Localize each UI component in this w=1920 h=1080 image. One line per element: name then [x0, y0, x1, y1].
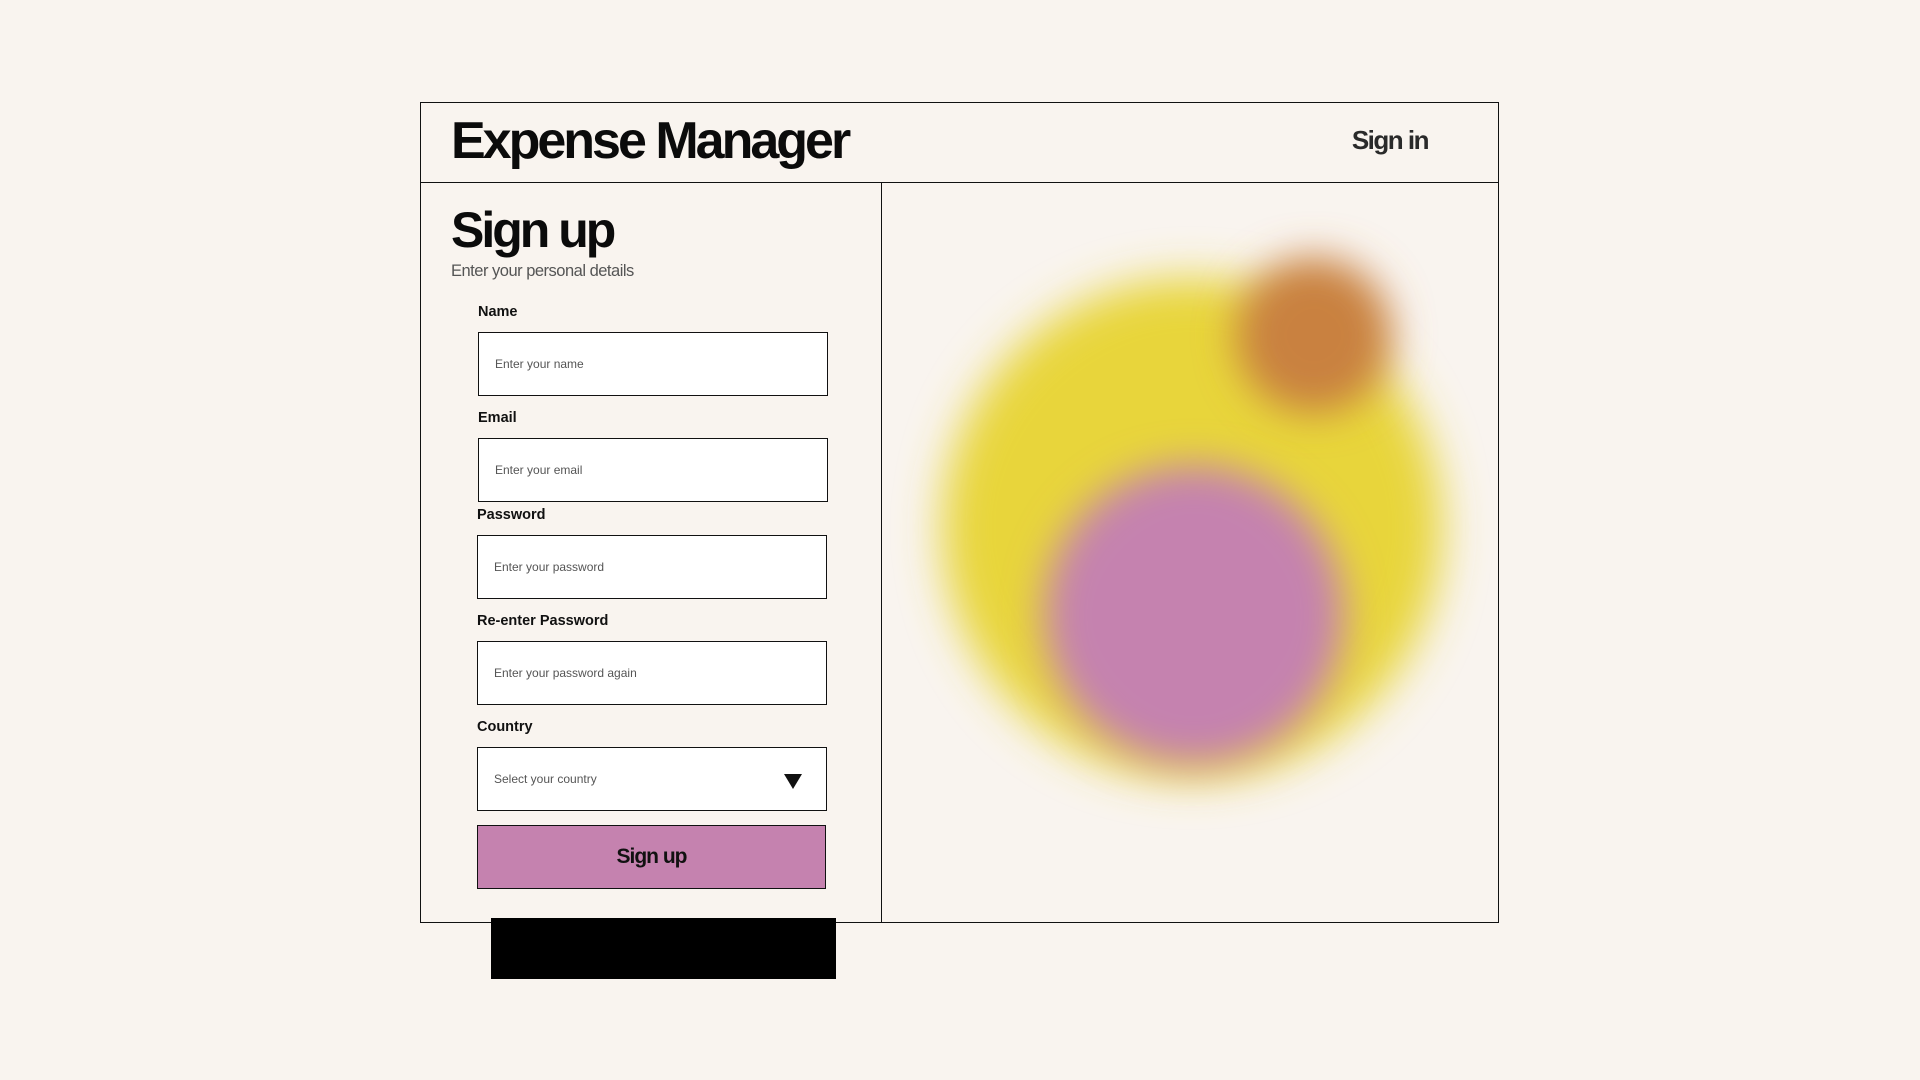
orange-blob — [1236, 257, 1392, 413]
country-select[interactable]: Select your country — [477, 747, 827, 811]
gradient-blob-illustration — [942, 257, 1442, 778]
page-subtitle: Enter your personal details — [451, 262, 634, 280]
name-input[interactable] — [478, 332, 828, 396]
signup-button-shadow — [491, 918, 836, 979]
signup-card: Expense Manager Sign in Sign up Enter yo… — [420, 102, 1499, 979]
reenter-password-input[interactable] — [477, 641, 827, 705]
app-title: Expense Manager — [451, 112, 851, 170]
chevron-down-icon — [784, 774, 802, 789]
signup-form-panel: Sign up Enter your personal details Name… — [421, 183, 882, 979]
password-label: Password — [477, 507, 546, 523]
country-label: Country — [477, 719, 533, 735]
pink-blob — [1044, 465, 1344, 765]
name-label: Name — [478, 304, 518, 320]
reenter-password-label: Re-enter Password — [477, 613, 609, 629]
sign-in-link[interactable]: Sign in — [1352, 125, 1430, 156]
decorative-art-panel — [882, 183, 1498, 922]
country-select-value: Select your country — [494, 772, 597, 786]
sign-up-button[interactable]: Sign up — [477, 825, 826, 889]
top-bar: Expense Manager Sign in — [421, 103, 1498, 183]
email-input[interactable] — [478, 438, 828, 502]
page-title: Sign up — [451, 202, 616, 258]
password-input[interactable] — [477, 535, 827, 599]
email-label: Email — [478, 410, 517, 426]
